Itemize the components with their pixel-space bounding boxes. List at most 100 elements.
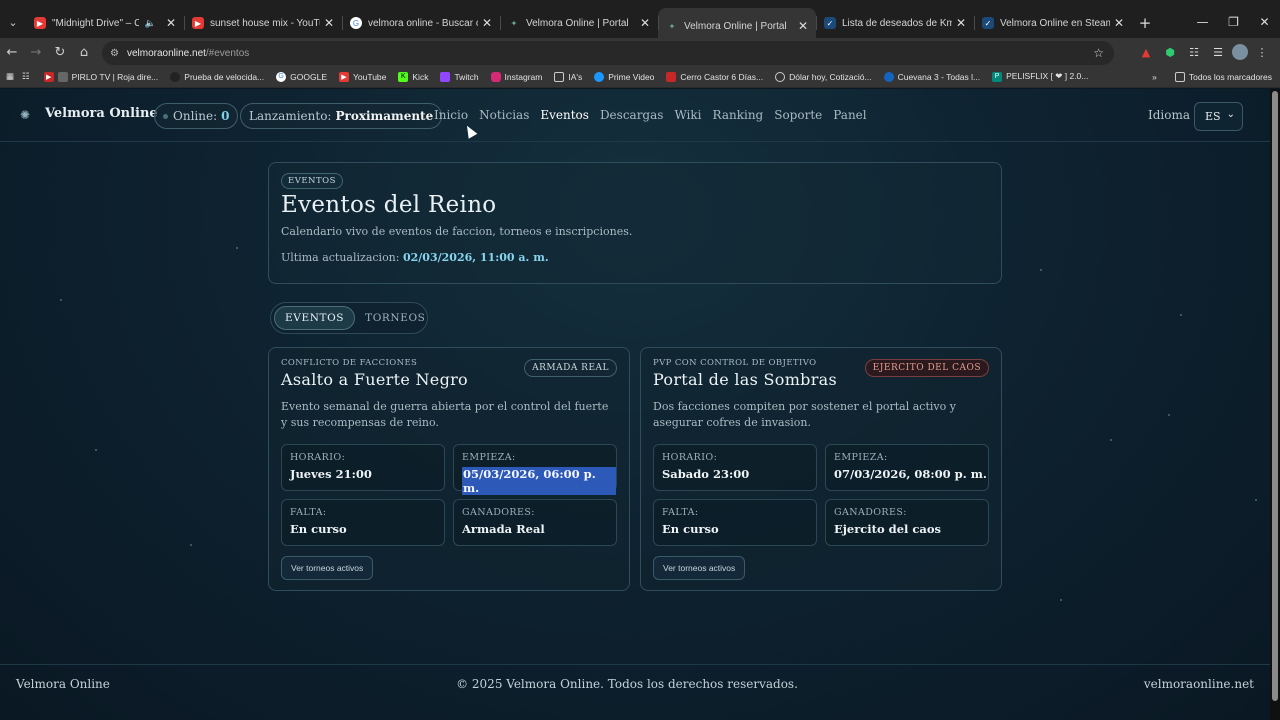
background-star — [1110, 439, 1112, 441]
background-star — [1060, 599, 1062, 601]
events-hero-panel: EVENTOS Eventos del Reino Calendario viv… — [268, 162, 1002, 284]
bookmark-1[interactable]: ▶ PIRLO TV | Roja dire... — [43, 71, 158, 82]
menu-noticias[interactable]: Noticias — [479, 108, 529, 122]
bookmark-6[interactable]: Twitch — [440, 71, 479, 82]
background-star — [190, 544, 192, 546]
extensions-area: ▲ ⬢ ☷ ☰ ⋮ — [1136, 42, 1272, 62]
menu-ranking[interactable]: Ranking — [713, 108, 764, 122]
home-icon[interactable]: ⌂ — [72, 45, 96, 60]
browser-tab-6[interactable]: ✓Lista de deseados de Kmoney✕ — [816, 8, 974, 38]
close-tab-icon[interactable]: ✕ — [482, 16, 492, 30]
remaining-value: En curso — [290, 522, 347, 536]
google-icon: G — [350, 17, 362, 29]
bookmark-13[interactable]: P PELISFLIX [ ❤ ] 2.0... — [992, 71, 1088, 82]
browser-tab-4[interactable]: ✦ Velmora Online | Portal ✕ — [500, 8, 658, 38]
schedule-box: HORARIO: Sabado 23:00 — [653, 444, 817, 491]
event-title: Asalto a Fuerte Negro — [281, 370, 468, 389]
view-tournaments-button[interactable]: Ver torneos activos — [281, 556, 374, 580]
instagram-icon — [490, 71, 501, 82]
bookmark-favicon: P — [992, 71, 1003, 82]
page-scrollbar[interactable] — [1270, 89, 1280, 720]
bookmark-2[interactable]: Prueba de velocida... — [170, 71, 264, 82]
address-toolbar: ← → ↻ ⌂ ⚙ velmoraonline.net/#eventos ☆ ▲… — [0, 38, 1280, 66]
events-tabs: EVENTOS TORNEOS — [270, 302, 428, 334]
menu-panel[interactable]: Panel — [833, 108, 866, 122]
bookmark-favicon — [883, 71, 894, 82]
profile-avatar[interactable] — [1232, 44, 1248, 60]
bookmark-star-icon[interactable]: ☆ — [1093, 46, 1104, 60]
online-status-pill: Online: 0 — [154, 103, 239, 129]
close-tab-icon[interactable]: ✕ — [640, 16, 650, 30]
winners-label: GANADORES: — [462, 507, 535, 518]
apps-icon[interactable]: ▦ — [6, 71, 14, 82]
bookmark-7[interactable]: Instagram — [490, 71, 542, 82]
browser-tab-2[interactable]: ▶sunset house mix - YouTube✕ — [184, 8, 342, 38]
tab-torneos[interactable]: TORNEOS — [355, 306, 435, 330]
velmora-favicon-icon: ✦ — [510, 18, 518, 28]
start-value: 07/03/2026, 08:00 p. m. — [834, 467, 987, 481]
menu-wiki[interactable]: Wiki — [674, 108, 701, 122]
footer-domain[interactable]: velmoraonline.net — [1144, 677, 1254, 691]
bookmark-12[interactable]: Cuevana 3 - Todas l... — [883, 71, 980, 82]
close-tab-icon[interactable]: ✕ — [956, 16, 966, 30]
start-box: EMPIEZA: 05/03/2026, 06:00 p. m. — [453, 444, 617, 495]
background-star — [236, 247, 238, 249]
close-tab-icon[interactable]: ✕ — [798, 19, 808, 33]
menu-inicio[interactable]: Inicio — [434, 108, 468, 122]
steam-icon: ✓ — [824, 17, 836, 29]
winners-value: Ejercito del caos — [834, 522, 941, 536]
event-card: CONFLICTO DE FACCIONES Asalto a Fuerte N… — [268, 347, 630, 591]
youtube-icon: ▶ — [34, 17, 46, 29]
menu-descargas[interactable]: Descargas — [600, 108, 664, 122]
background-star — [1040, 269, 1042, 271]
remaining-value: En curso — [662, 522, 719, 536]
velmora-logo-icon[interactable]: ✺ — [20, 108, 34, 122]
reload-icon[interactable]: ↻ — [48, 45, 72, 60]
background-star — [95, 449, 97, 451]
media-controls-icon[interactable]: ☰ — [1208, 42, 1228, 62]
audio-playing-icon[interactable]: 🔈 — [145, 18, 156, 29]
browser-tab-3[interactable]: Gvelmora online - Buscar con Go✕ — [342, 8, 500, 38]
close-tab-icon[interactable]: ✕ — [324, 16, 334, 30]
language-select[interactable]: ES ⌄ — [1194, 102, 1243, 131]
green-extension-icon[interactable]: ⬢ — [1160, 42, 1180, 62]
url-path: /#eventos — [205, 47, 250, 59]
bookmark-5[interactable]: K Kick — [398, 71, 428, 82]
bookmark-10[interactable]: Cerro Castor 6 Días... — [666, 71, 763, 82]
bookmark-8[interactable]: IA's — [554, 71, 582, 82]
all-bookmarks-folder[interactable]: Todos los marcadores — [1174, 72, 1272, 82]
bookmark-3[interactable]: G GOOGLE — [276, 71, 327, 82]
new-tab-icon[interactable]: + — [1132, 8, 1158, 38]
site-brand[interactable]: Velmora Online — [45, 106, 158, 121]
browser-menu-icon[interactable]: ⋮ — [1252, 42, 1272, 62]
view-tournaments-button[interactable]: Ver torneos activos — [653, 556, 746, 580]
browser-tab-7[interactable]: ✓ Velmora Online en Steam ✕ — [974, 8, 1132, 38]
menu-soporte[interactable]: Soporte — [774, 108, 822, 122]
tab-eventos[interactable]: EVENTOS — [274, 306, 356, 330]
grid-icon[interactable]: ☷ — [22, 71, 30, 82]
event-category: CONFLICTO DE FACCIONES — [281, 358, 418, 368]
menu-eventos[interactable]: Eventos — [540, 108, 589, 122]
start-label: EMPIEZA: — [462, 452, 516, 463]
bookmark-4[interactable]: ▶ YouTube — [338, 71, 386, 82]
bookmarks-overflow: » Todos los marcadores — [1152, 66, 1272, 88]
back-icon[interactable]: ← — [0, 45, 24, 60]
start-value-selected: 05/03/2026, 06:00 p. m. — [462, 467, 616, 495]
address-bar[interactable]: ⚙ velmoraonline.net/#eventos ☆ — [102, 41, 1114, 65]
background-star — [1255, 499, 1257, 501]
forward-icon[interactable]: → — [24, 45, 48, 60]
browser-tab-1[interactable]: ▶"Midnight Drive" – Chill Ra🔈✕ — [26, 8, 184, 38]
puzzle-extensions-icon[interactable]: ☷ — [1184, 42, 1204, 62]
bookmark-9[interactable]: Prime Video — [594, 71, 654, 82]
url-host: velmoraonline.net — [126, 47, 206, 59]
site-info-icon[interactable]: ⚙ — [110, 48, 119, 59]
pdf-extension-icon[interactable]: ▲ — [1136, 42, 1156, 62]
faction-badge: EJERCITO DEL CAOS — [864, 359, 989, 377]
bookmark-favicon — [666, 71, 677, 82]
more-bookmarks-icon[interactable]: » — [1152, 72, 1157, 82]
close-tab-icon[interactable]: ✕ — [166, 16, 176, 30]
bookmark-11[interactable]: Dólar hoy, Cotizació... — [775, 71, 872, 82]
winners-box: GANADORES: Ejercito del caos — [825, 499, 989, 546]
scrollbar-thumb[interactable] — [1272, 91, 1278, 701]
close-tab-icon[interactable]: ✕ — [1114, 16, 1124, 30]
